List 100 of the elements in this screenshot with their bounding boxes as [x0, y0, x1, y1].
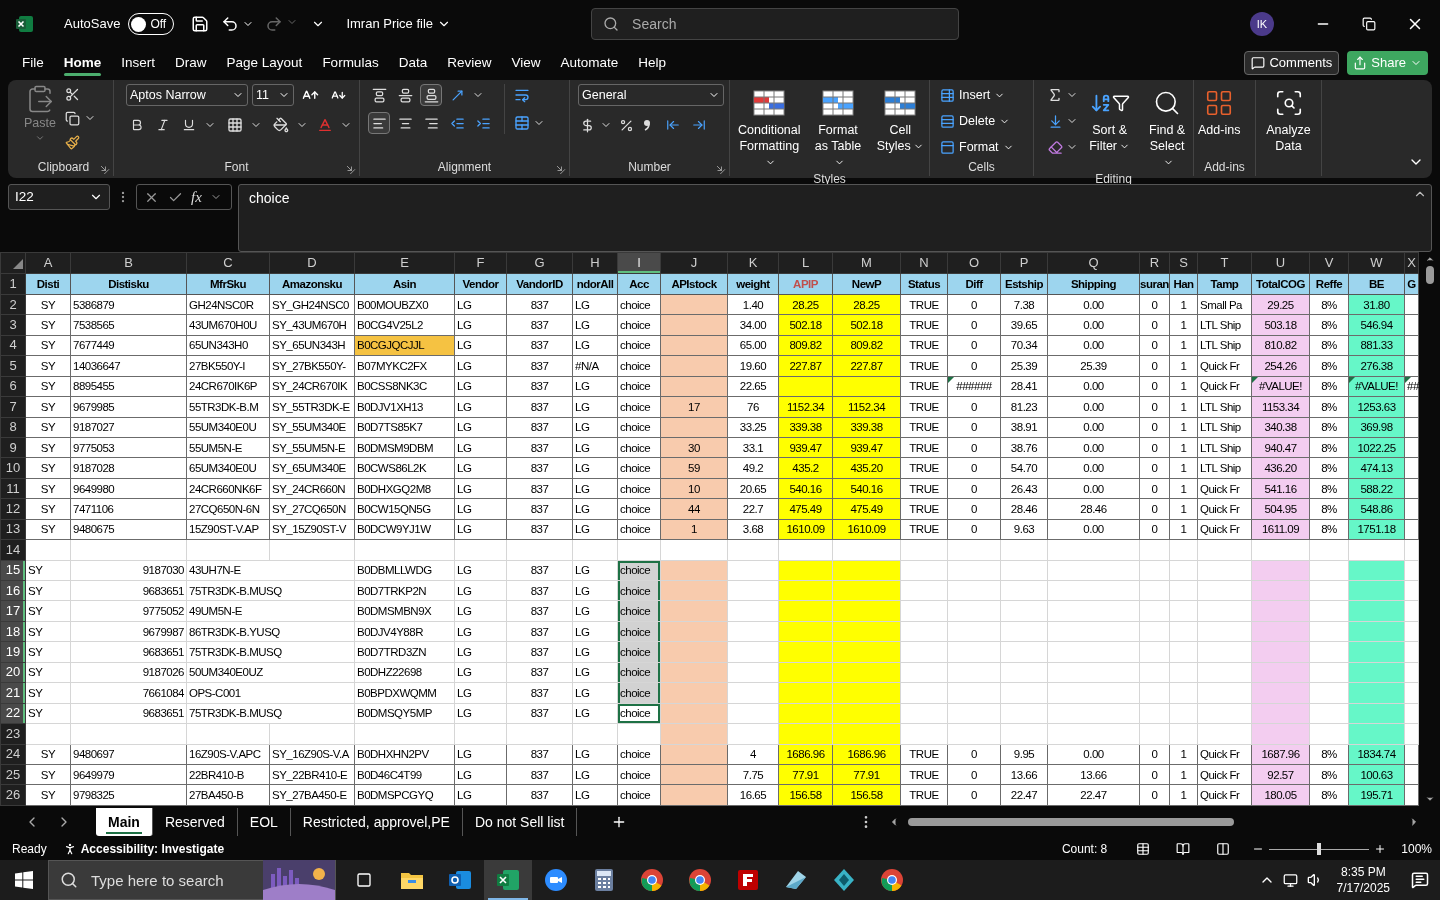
- column-letter[interactable]: E: [354, 252, 455, 274]
- row-number[interactable]: 8: [0, 417, 26, 438]
- column-letter[interactable]: T: [1197, 252, 1252, 274]
- cells-menu-button[interactable]: Format: [940, 136, 1014, 158]
- row-number[interactable]: 25: [0, 764, 26, 785]
- sheet-tab[interactable]: Main: [96, 808, 153, 836]
- menu-tab[interactable]: Review: [437, 49, 502, 77]
- sort-filter-button[interactable]: Sort & Filter: [1084, 84, 1136, 170]
- column-letter[interactable]: K: [727, 252, 779, 274]
- column-letter[interactable]: W: [1348, 252, 1405, 274]
- user-avatar[interactable]: IK: [1250, 12, 1274, 36]
- format-as-table-button[interactable]: Format as Table: [806, 84, 870, 170]
- column-letter[interactable]: M: [832, 252, 901, 274]
- menu-tab[interactable]: Insert: [111, 49, 166, 77]
- row-number[interactable]: 11: [0, 478, 26, 499]
- sheet-tab[interactable]: Do not Sell list: [462, 808, 578, 836]
- vertical-scrollbar[interactable]: [1419, 252, 1440, 806]
- menu-tab[interactable]: View: [501, 49, 551, 77]
- font-name-dropdown[interactable]: Aptos Narrow: [126, 84, 248, 106]
- column-letter[interactable]: H: [572, 252, 618, 274]
- column-letter[interactable]: F: [454, 252, 507, 274]
- column-letter[interactable]: N: [900, 252, 948, 274]
- row-number[interactable]: 9: [0, 437, 26, 458]
- row-number[interactable]: 13: [0, 519, 26, 540]
- column-letter[interactable]: B: [70, 252, 187, 274]
- row-number[interactable]: 6: [0, 376, 26, 397]
- cell-styles-button[interactable]: Cell Styles: [871, 84, 929, 170]
- analyze-data-button[interactable]: Analyze Data: [1256, 84, 1321, 154]
- sheet-tab[interactable]: Reserved: [152, 808, 238, 836]
- row-number[interactable]: 5: [0, 355, 26, 377]
- row-number[interactable]: 17: [0, 600, 26, 622]
- cells-menu-button[interactable]: Insert: [940, 84, 1014, 106]
- column-letter[interactable]: C: [186, 252, 270, 274]
- menu-tab[interactable]: Help: [628, 49, 677, 77]
- column-letter[interactable]: L: [778, 252, 833, 274]
- zoom-level[interactable]: 100%: [1401, 840, 1432, 858]
- menu-tab[interactable]: Home: [53, 49, 112, 77]
- scrollbar-thumb[interactable]: [908, 818, 1234, 826]
- cells-menu-button[interactable]: Delete: [940, 110, 1014, 132]
- column-letter[interactable]: Q: [1047, 252, 1140, 274]
- row-number[interactable]: 19: [0, 641, 26, 663]
- column-letter[interactable]: O: [947, 252, 1001, 274]
- row-number[interactable]: 26: [0, 784, 26, 806]
- find-select-button[interactable]: Find & Select: [1141, 84, 1193, 170]
- column-letter[interactable]: D: [269, 252, 355, 274]
- row-number[interactable]: 4: [0, 335, 26, 356]
- table-cell: choice: [617, 764, 661, 785]
- column-letter[interactable]: J: [660, 252, 728, 274]
- row-number[interactable]: 21: [0, 682, 26, 704]
- row-number[interactable]: 14: [0, 539, 26, 561]
- row-number[interactable]: 16: [0, 580, 26, 601]
- column-letter[interactable]: P: [1000, 252, 1048, 274]
- align-left-icon[interactable]: [368, 112, 390, 134]
- row-number[interactable]: 18: [0, 621, 26, 642]
- menu-tab[interactable]: File: [12, 49, 54, 77]
- column-letter[interactable]: U: [1251, 252, 1310, 274]
- sheet-tab[interactable]: EOL: [237, 808, 291, 836]
- comments-button[interactable]: Comments: [1244, 51, 1340, 75]
- column-letter[interactable]: A: [25, 252, 71, 274]
- table-cell: LG: [454, 682, 507, 704]
- row-number[interactable]: 24: [0, 744, 26, 765]
- column-letter[interactable]: V: [1309, 252, 1349, 274]
- column-letter[interactable]: G: [506, 252, 573, 274]
- add-ins-button[interactable]: Add-ins: [1194, 84, 1245, 138]
- table-cell: 837: [506, 314, 573, 336]
- row-number[interactable]: 10: [0, 457, 26, 479]
- paste-button[interactable]: Paste: [24, 84, 56, 152]
- table-cell: choice: [617, 744, 661, 765]
- name-box[interactable]: I22: [8, 184, 110, 210]
- menu-tab[interactable]: Automate: [550, 49, 629, 77]
- row-number[interactable]: 3: [0, 314, 26, 336]
- column-letter[interactable]: S: [1169, 252, 1198, 274]
- search-field[interactable]: Search: [591, 8, 960, 40]
- align-bottom-icon[interactable]: [420, 84, 442, 106]
- sheet-tab[interactable]: Restricted, approvel,PE: [290, 808, 463, 836]
- zoom-slider-thumb[interactable]: [1317, 843, 1322, 855]
- row-number[interactable]: 7: [0, 396, 26, 417]
- file-name-menu[interactable]: Imran Price file: [346, 14, 452, 34]
- menu-tab[interactable]: Data: [388, 49, 438, 77]
- table-cell: LG: [454, 355, 507, 377]
- table-cell: choice: [617, 498, 661, 520]
- row-number[interactable]: 22: [0, 703, 26, 724]
- scrollbar-thumb[interactable]: [1425, 266, 1434, 284]
- menu-tab[interactable]: Formulas: [312, 49, 389, 77]
- row-number[interactable]: 1: [0, 273, 26, 295]
- row-number[interactable]: 2: [0, 294, 26, 315]
- conditional-formatting-button[interactable]: Conditional Formatting: [734, 84, 805, 170]
- row-number[interactable]: 15: [0, 560, 26, 581]
- insert-function-button[interactable]: fx: [191, 185, 202, 209]
- column-letter[interactable]: I: [617, 252, 661, 274]
- number-format-dropdown[interactable]: General: [578, 84, 724, 106]
- font-size-dropdown[interactable]: 11: [252, 84, 294, 106]
- accessibility-button[interactable]: Accessibility: Investigate: [62, 840, 225, 858]
- row-number[interactable]: 20: [0, 662, 26, 683]
- menu-tab[interactable]: Page Layout: [216, 49, 313, 77]
- menu-tab[interactable]: Draw: [165, 49, 217, 77]
- row-number[interactable]: 12: [0, 498, 26, 520]
- row-number[interactable]: 23: [0, 723, 26, 744]
- formula-field[interactable]: choice: [238, 184, 1432, 252]
- column-letter[interactable]: R: [1139, 252, 1170, 274]
